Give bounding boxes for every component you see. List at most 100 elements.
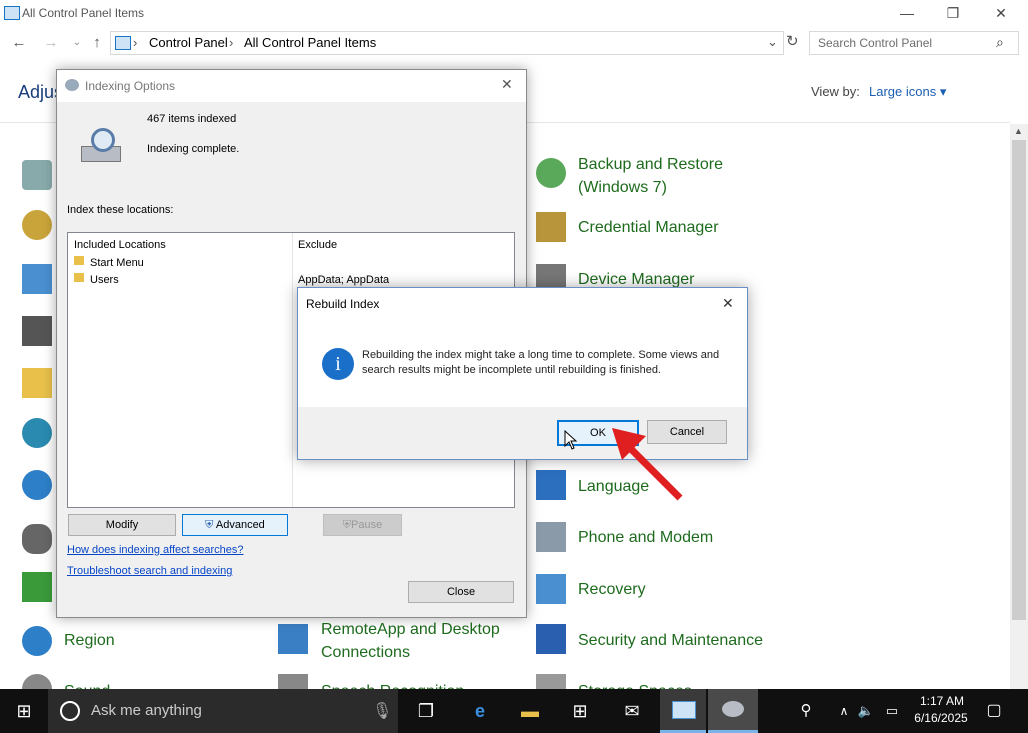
address-bar[interactable]: › Control Panel › All Control Panel Item… [110, 31, 784, 55]
microphone-icon[interactable]: 🎙 [372, 701, 392, 721]
action-center-icon[interactable]: ▢ [980, 697, 1008, 725]
help-link-indexing[interactable]: How does indexing affect searches? [67, 544, 244, 556]
phone-modem-icon[interactable] [536, 522, 566, 552]
credential-manager-icon[interactable] [536, 212, 566, 242]
microphone-icon[interactable] [278, 674, 308, 690]
store-icon[interactable]: ⊞ [566, 697, 594, 725]
row-exclude-value: AppData; AppData [298, 274, 390, 286]
address-dropdown-icon[interactable]: ⌄ [767, 34, 778, 50]
indexing-status: Indexing complete. [147, 143, 240, 155]
items-indexed-count: 467 items indexed [147, 113, 237, 125]
task-view-icon[interactable]: ❐ [412, 697, 440, 725]
network-icon[interactable]: ▭ [878, 697, 906, 725]
info-icon: i [322, 348, 354, 380]
item-phone-modem[interactable]: Phone and Modem [578, 526, 713, 549]
breadcrumb-separator-icon[interactable]: › [133, 35, 137, 50]
item-remoteapp[interactable]: RemoteApp and Desktop Connections [321, 618, 500, 664]
people-icon[interactable]: ⚲ [792, 697, 820, 725]
window-title: All Control Panel Items [22, 6, 145, 20]
file-explorer-icon[interactable]: ▬ [516, 697, 544, 725]
search-icon[interactable]: ⌕ [996, 34, 1004, 51]
cortana-search-box[interactable]: Ask me anything 🎙 [48, 689, 398, 733]
recent-dropdown-icon[interactable]: ⌄ [66, 32, 88, 54]
folder-icon [74, 273, 84, 282]
storage-spaces-icon[interactable] [536, 674, 566, 690]
clock-time[interactable]: 1:17 AM [912, 694, 972, 708]
backup-icon[interactable] [536, 158, 566, 188]
search-input[interactable]: Search Control Panel ⌕ [809, 31, 1019, 55]
sound-icon[interactable] [22, 674, 52, 690]
item-recovery[interactable]: Recovery [578, 578, 646, 601]
admin-tools-icon[interactable] [22, 160, 52, 190]
modify-button[interactable]: Modify [68, 514, 176, 536]
devices-printers-icon[interactable] [22, 316, 52, 346]
refresh-button[interactable]: ↻ [786, 32, 799, 50]
pause-label: Pause [351, 519, 383, 531]
table-row[interactable]: Start Menu [90, 257, 144, 269]
mail-icon[interactable]: ✉ [618, 697, 646, 725]
region-icon[interactable] [22, 626, 52, 656]
minimize-button[interactable]: — [884, 0, 930, 28]
scroll-up-icon[interactable]: ▲ [1014, 126, 1023, 136]
dialog-titlebar: Indexing Options ✕ [57, 70, 526, 102]
dialog-title: Indexing Options [85, 79, 176, 93]
troubleshoot-link[interactable]: Troubleshoot search and indexing [67, 565, 232, 577]
mouse-cursor-icon [564, 430, 578, 450]
item-region[interactable]: Region [64, 629, 115, 652]
mouse-icon[interactable] [22, 524, 52, 554]
maximize-button[interactable]: ❐ [930, 0, 976, 28]
credential-key-icon[interactable] [22, 210, 52, 240]
control-panel-icon [4, 6, 20, 20]
caret-down-icon: ▾ [939, 84, 947, 99]
item-backup[interactable]: Backup and Restore (Windows 7) [578, 153, 723, 199]
edge-icon[interactable]: e [466, 697, 494, 725]
magnifier-drive-icon [81, 128, 121, 164]
scrollbar-thumb[interactable] [1012, 140, 1026, 620]
rebuild-title: Rebuild Index [306, 297, 380, 311]
pause-button[interactable]: ⛨Pause [323, 514, 402, 536]
folder-icon [74, 256, 84, 265]
datetime-icon[interactable] [22, 264, 52, 294]
back-button[interactable]: ← [8, 32, 30, 54]
view-by-label: View by: [811, 84, 860, 99]
index-locations-label: Index these locations: [67, 204, 174, 216]
volume-icon[interactable]: 🔈 [852, 697, 880, 725]
language-icon[interactable] [536, 470, 566, 500]
col-included-locations[interactable]: Included Locations [74, 239, 166, 251]
shield-icon: ⛨ [342, 519, 352, 531]
up-button[interactable]: ↑ [86, 32, 108, 54]
breadcrumb-all-items[interactable]: All Control Panel Items [244, 35, 376, 50]
taskbar: ⊞ Ask me anything 🎙 ❐ e ▬ ⊞ ✉ ⚲ ∧ 🔈 ▭ 1:… [0, 689, 1028, 733]
rebuild-close-icon[interactable]: ✕ [722, 295, 734, 312]
address-bar-row: ← → ⌄ ↑ › Control Panel › All Control Pa… [0, 28, 1028, 58]
recovery-icon[interactable] [536, 574, 566, 604]
vertical-scrollbar[interactable]: ▲ [1010, 124, 1028, 690]
dialog-close-icon[interactable]: ✕ [501, 76, 513, 93]
item-security-maintenance[interactable]: Security and Maintenance [578, 629, 763, 652]
security-flag-icon[interactable] [536, 624, 566, 654]
control-panel-task[interactable] [660, 689, 706, 733]
remoteapp-icon[interactable] [278, 624, 308, 654]
close-button[interactable]: ✕ [978, 0, 1024, 28]
file-history-icon[interactable] [22, 368, 52, 398]
homegroup-icon[interactable] [22, 418, 52, 448]
advanced-button[interactable]: ⛨ Advanced [182, 514, 288, 536]
forward-button[interactable]: → [40, 32, 62, 54]
breadcrumb-separator-icon[interactable]: › [229, 35, 233, 50]
close-dialog-button[interactable]: Close [408, 581, 514, 603]
col-exclude[interactable]: Exclude [298, 239, 337, 251]
indexing-options-task[interactable] [708, 689, 758, 733]
taskbar-search-placeholder: Ask me anything [91, 702, 202, 719]
shield-icon: ⛨ [205, 519, 214, 531]
internet-options-icon[interactable] [22, 470, 52, 500]
indexing-icon [65, 79, 79, 91]
window-titlebar: All Control Panel Items — ❐ ✕ [0, 0, 1028, 28]
start-windows-icon[interactable]: ⊞ [10, 697, 38, 725]
power-options-icon[interactable] [22, 572, 52, 602]
red-arrow-annotation [612, 428, 683, 501]
table-row[interactable]: Users [90, 274, 119, 286]
breadcrumb-control-panel[interactable]: Control Panel [149, 35, 228, 50]
view-by-dropdown[interactable]: Large icons ▾ [869, 84, 946, 100]
clock-date[interactable]: 6/16/2025 [908, 711, 974, 725]
item-credential-manager[interactable]: Credential Manager [578, 216, 719, 239]
